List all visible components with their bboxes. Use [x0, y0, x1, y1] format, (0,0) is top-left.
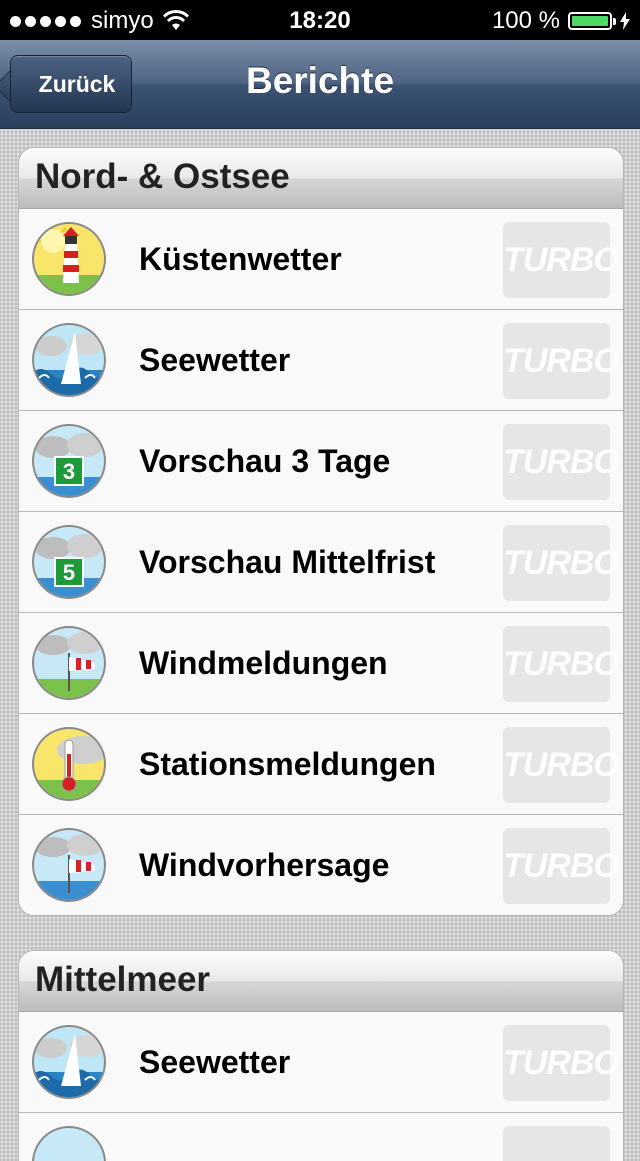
sailboat-waves-icon [32, 1025, 106, 1099]
lighthouse-icon [32, 222, 106, 296]
list-item-vorschau-3-tage[interactable]: 3 Vorschau 3 Tage TURBO [19, 411, 623, 512]
list-item-vorschau-mittelfrist[interactable]: 5 Vorschau Mittelfrist TURBO [19, 512, 623, 613]
navigation-bar: Zurück Berichte [0, 40, 640, 129]
forecast-5-days-icon: 5 [32, 525, 106, 599]
list-item-partial[interactable] [19, 1113, 623, 1161]
turbo-button[interactable]: TURBO [503, 525, 620, 601]
turbo-button[interactable]: TURBO [503, 323, 620, 399]
forecast-3-days-icon: 3 [32, 424, 106, 498]
svg-text:3: 3 [63, 459, 75, 484]
turbo-button[interactable]: TURBO [503, 1025, 620, 1101]
charging-icon [620, 12, 630, 30]
section-nord-ostsee: Nord- & Ostsee Küstenwetter TURBO Seewet… [18, 147, 624, 916]
list-item-label: Windvorhersage [139, 847, 390, 883]
turbo-button[interactable]: TURBO [503, 424, 620, 500]
list-item-seewetter[interactable]: Seewetter TURBO [19, 1012, 623, 1113]
list-item-stationsmeldungen[interactable]: Stationsmeldungen TURBO [19, 714, 623, 815]
turbo-button[interactable]: TURBO [503, 626, 620, 702]
partial-row-icon [32, 1126, 106, 1161]
turbo-button[interactable] [503, 1126, 610, 1161]
list-item-kuestenwetter[interactable]: Küstenwetter TURBO [19, 209, 623, 310]
battery-percentage: 100 % [491, 7, 560, 34]
list-item-seewetter[interactable]: Seewetter TURBO [19, 310, 623, 411]
svg-text:5: 5 [63, 560, 75, 585]
battery-icon [568, 12, 616, 30]
list-item-label: Vorschau Mittelfrist [139, 544, 436, 580]
list-item-windvorhersage[interactable]: Windvorhersage TURBO [19, 815, 623, 915]
list-item-label: Vorschau 3 Tage [139, 443, 391, 479]
section-header: Mittelmeer [19, 951, 623, 1012]
back-button[interactable]: Zurück [10, 55, 132, 113]
section-header: Nord- & Ostsee [19, 148, 623, 209]
list-item-label: Küstenwetter [139, 241, 342, 277]
sailboat-waves-icon [32, 323, 106, 397]
section-mittelmeer: Mittelmeer Seewetter TURBO [18, 950, 624, 1161]
list-item-label: Seewetter [139, 342, 291, 378]
list-item-windmeldungen[interactable]: Windmeldungen TURBO [19, 613, 623, 714]
list-item-label: Windmeldungen [139, 645, 388, 681]
list-item-label: Stationsmeldungen [139, 746, 436, 782]
back-button-label: Zurück [38, 70, 116, 97]
thermometer-icon [32, 727, 106, 801]
turbo-button[interactable]: TURBO [503, 828, 620, 904]
turbo-button[interactable]: TURBO [503, 727, 620, 803]
windsock-icon [32, 626, 106, 700]
turbo-button[interactable]: TURBO [503, 222, 620, 298]
list-item-label: Seewetter [139, 1044, 291, 1080]
windsock-sea-icon [32, 828, 106, 902]
status-bar: simyo 18:20 100 % [0, 0, 640, 40]
